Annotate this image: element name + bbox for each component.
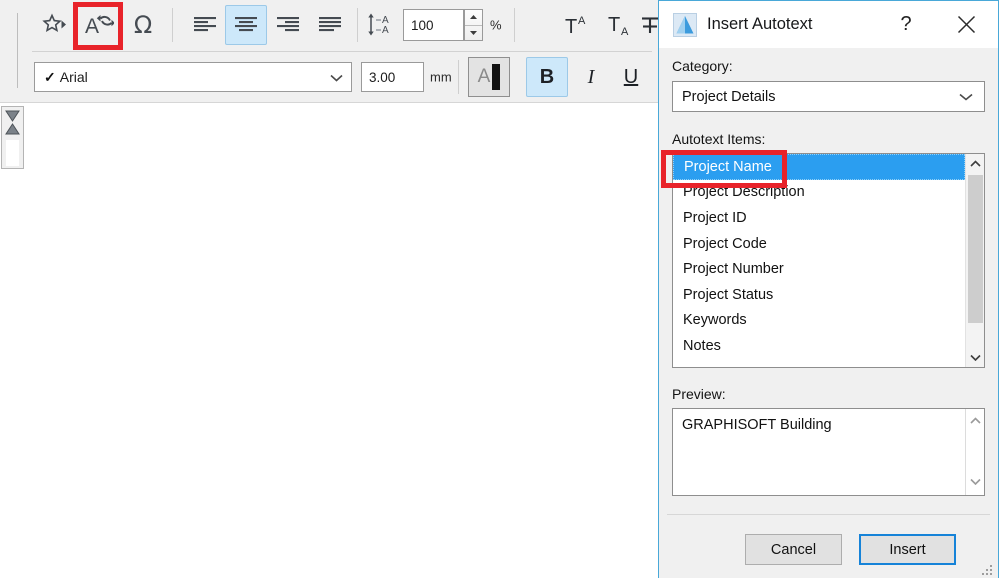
list-item[interactable]: Project Status — [673, 282, 965, 308]
scrollbar-handle-icon[interactable] — [5, 110, 20, 136]
svg-text:A: A — [578, 15, 586, 27]
autotext-icon[interactable]: A — [78, 5, 120, 45]
text-color-letter: A — [477, 66, 491, 87]
toolbar-separator-4 — [458, 60, 459, 94]
chevron-down-icon[interactable] — [959, 89, 973, 105]
category-label: Category: — [672, 58, 733, 74]
toolbar-separator-2 — [357, 8, 358, 42]
bold-button[interactable]: B — [526, 57, 568, 97]
svg-text:T: T — [565, 16, 577, 37]
toolbar-drag-handle[interactable] — [17, 13, 18, 88]
font-family-value: Arial — [59, 69, 88, 85]
scroll-down-icon[interactable] — [966, 472, 985, 491]
toolbar-separator-1 — [172, 8, 173, 42]
align-right-icon[interactable] — [267, 5, 309, 45]
close-icon[interactable] — [940, 1, 992, 48]
font-family-combo[interactable]: ✓ Arial — [34, 62, 352, 92]
underline-button[interactable]: U — [610, 57, 652, 97]
canvas-vertical-scrollbar[interactable] — [1, 106, 24, 169]
svg-text:A: A — [382, 25, 389, 36]
list-item[interactable]: Project Number — [673, 256, 965, 282]
line-spacing-stepper-up[interactable] — [465, 10, 482, 25]
toolbar-separator-3 — [514, 8, 515, 42]
preview-label: Preview: — [672, 386, 726, 402]
list-item[interactable]: Project Code — [673, 231, 965, 257]
line-spacing-stepper[interactable] — [464, 9, 483, 41]
superscript-icon[interactable]: T A — [557, 5, 599, 45]
font-size-input[interactable]: 3.00 — [361, 62, 424, 92]
special-character-icon[interactable]: Ω — [122, 5, 164, 45]
scrollbar-thumb[interactable] — [968, 175, 983, 323]
resize-grip-icon[interactable] — [982, 562, 994, 575]
line-spacing-value: 100 — [411, 17, 434, 33]
listbox-scrollbar[interactable] — [965, 154, 984, 367]
autotext-items-list: Project Name Project Description Project… — [673, 154, 965, 359]
preview-scrollbar[interactable] — [965, 409, 984, 495]
line-spacing-unit: % — [490, 17, 502, 33]
bold-label: B — [539, 65, 555, 88]
dialog-body: Category: Project Details Autotext Items… — [659, 48, 998, 577]
footer-divider — [667, 514, 990, 515]
align-left-icon[interactable] — [184, 5, 226, 45]
cancel-button[interactable]: Cancel — [745, 534, 842, 565]
favorites-icon[interactable] — [34, 5, 76, 45]
underline-label: U — [623, 65, 639, 88]
autotext-items-label: Autotext Items: — [672, 131, 766, 147]
preview-value: GRAPHISOFT Building — [682, 417, 832, 433]
svg-text:T: T — [608, 14, 620, 36]
dialog-title-bar[interactable]: Insert Autotext ? — [659, 1, 998, 48]
chevron-down-icon[interactable] — [330, 69, 343, 85]
list-item[interactable]: Project Name — [673, 154, 965, 180]
scroll-up-icon[interactable] — [966, 154, 984, 173]
align-center-icon[interactable] — [225, 5, 267, 45]
line-spacing-input[interactable]: 100 — [403, 9, 464, 41]
insert-button[interactable]: Insert — [859, 534, 956, 565]
category-combo[interactable]: Project Details — [672, 81, 985, 112]
text-color-swatch — [492, 64, 501, 90]
list-item[interactable]: Notes — [673, 333, 965, 359]
text-format-toolbar: A Ω A A 100 % T A T A ✓ Arial 3.00 mm A … — [0, 0, 658, 103]
list-item[interactable]: Project ID — [673, 205, 965, 231]
dialog-title: Insert Autotext — [707, 15, 813, 33]
list-item[interactable]: Project Description — [673, 180, 965, 206]
font-size-value: 3.00 — [369, 69, 396, 85]
align-justify-icon[interactable] — [309, 5, 351, 45]
preview-box: GRAPHISOFT Building — [672, 408, 985, 496]
text-color-button[interactable]: A — [468, 57, 510, 97]
font-check-icon: ✓ — [44, 68, 56, 85]
help-button[interactable]: ? — [886, 1, 926, 48]
svg-text:A: A — [621, 26, 629, 37]
line-spacing-icon: A A — [365, 5, 399, 45]
list-item[interactable]: Keywords — [673, 308, 965, 334]
line-spacing-stepper-down[interactable] — [465, 26, 482, 41]
scroll-up-icon[interactable] — [966, 411, 985, 430]
archicad-app-icon — [673, 12, 697, 37]
app-window: A Ω A A 100 % T A T A ✓ Arial 3.00 mm A … — [0, 0, 999, 578]
category-value: Project Details — [682, 88, 776, 105]
toolbar-row-divider — [32, 51, 652, 52]
insert-autotext-dialog: Insert Autotext ? Category: Project Deta… — [658, 0, 999, 578]
autotext-items-listbox[interactable]: Project Name Project Description Project… — [672, 153, 985, 368]
scrollbar-track[interactable] — [6, 140, 19, 166]
italic-label: I — [587, 65, 595, 88]
scroll-down-icon[interactable] — [966, 348, 984, 367]
italic-button[interactable]: I — [570, 57, 612, 97]
font-size-unit: mm — [430, 69, 452, 85]
svg-text:A: A — [85, 15, 99, 38]
